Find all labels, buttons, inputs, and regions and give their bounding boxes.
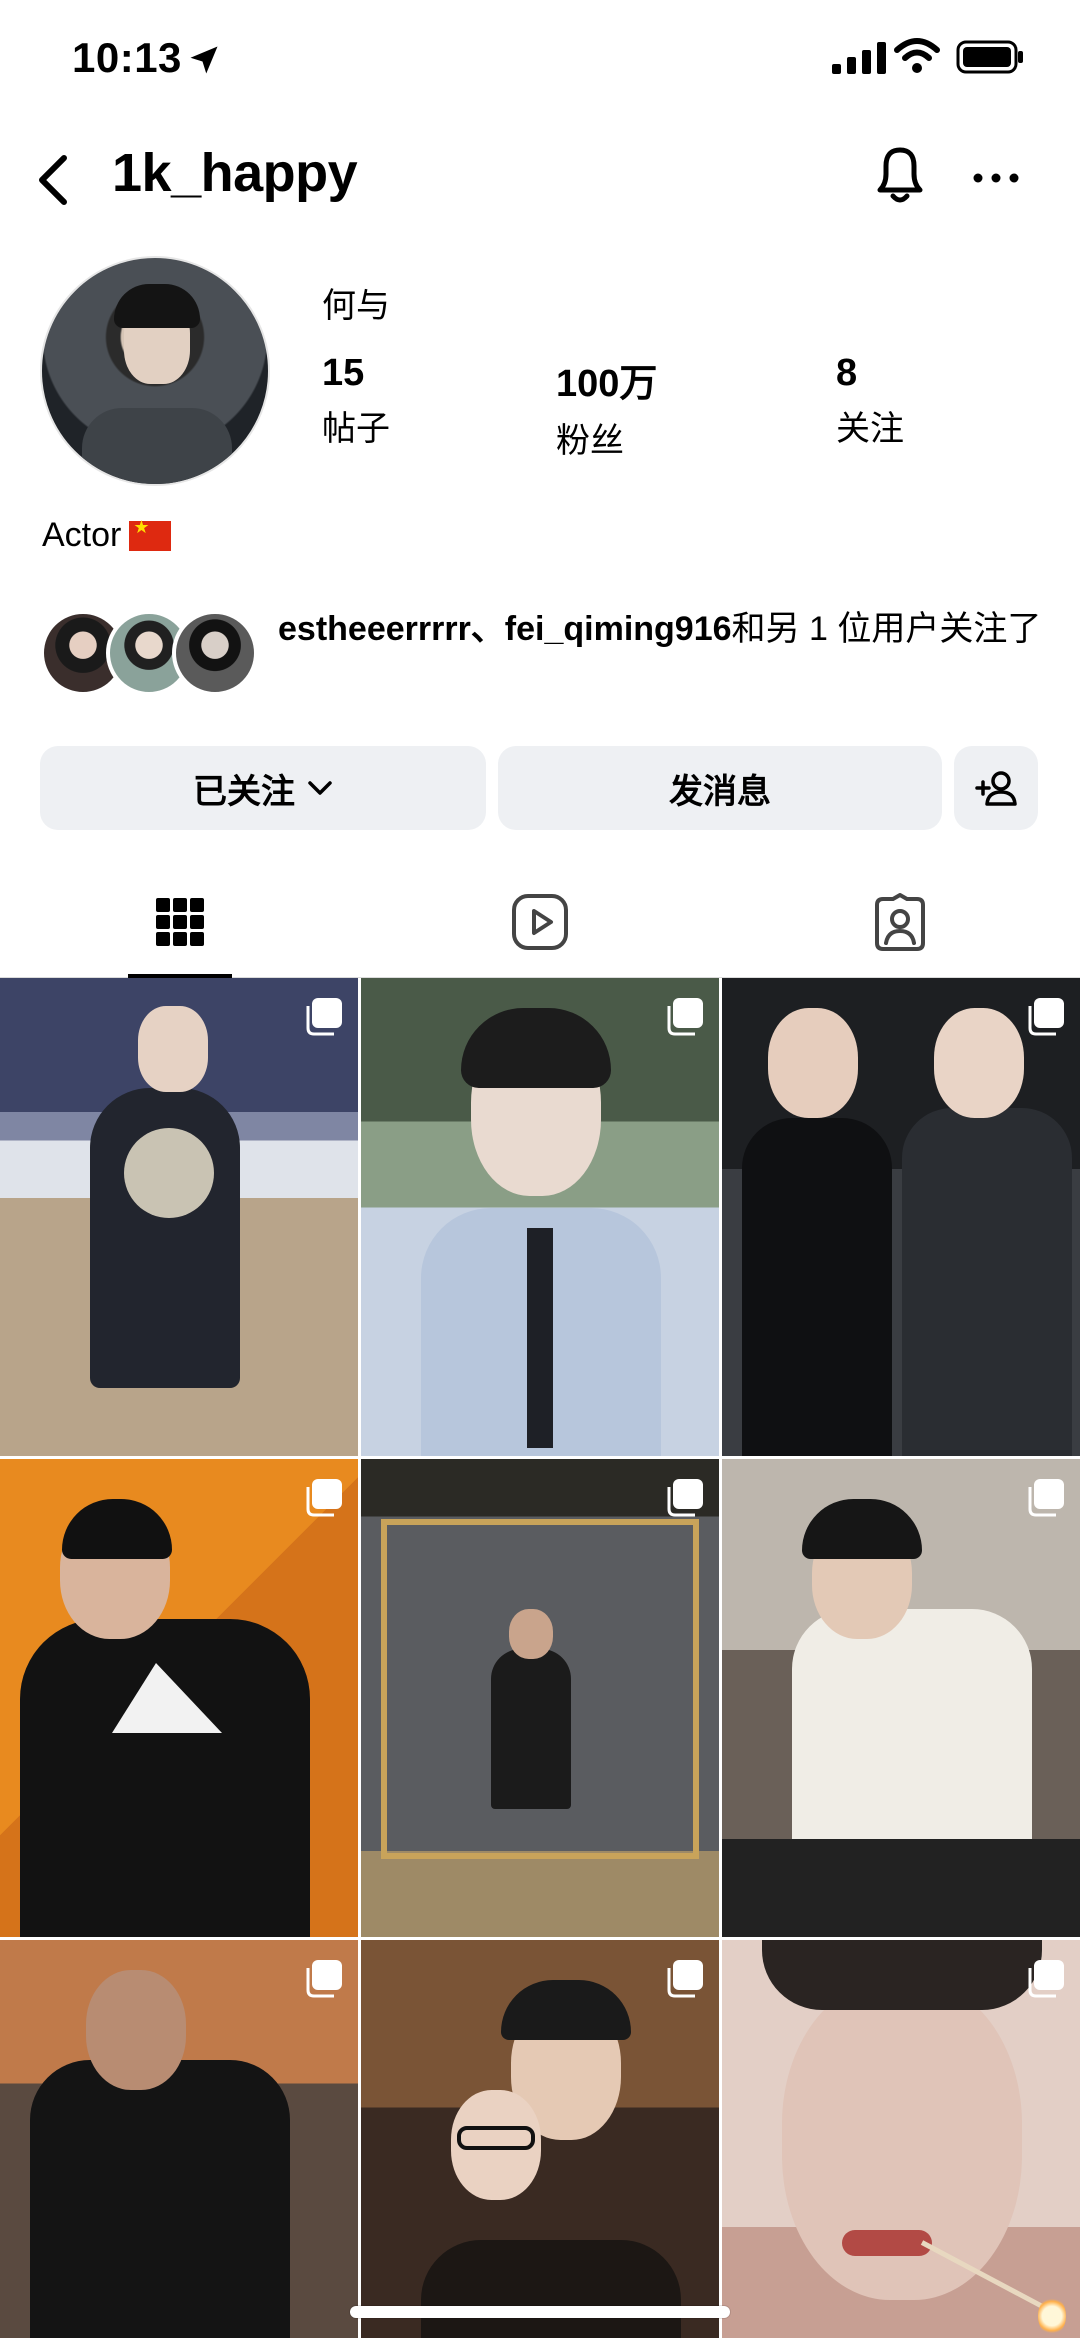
post-figure-head	[934, 1008, 1024, 1118]
post-shirt-print	[124, 1128, 214, 1218]
multiple-photos-icon	[1028, 1960, 1064, 1998]
post-thumbnail[interactable]	[0, 1459, 358, 1937]
post-figure-hair	[802, 1499, 922, 1559]
stat-following-label: 关注	[836, 410, 904, 448]
mutual-suffix: 和另 1 位用户关注了	[731, 610, 1042, 648]
post-thumbnail[interactable]	[722, 1940, 1080, 2338]
posts-grid	[0, 978, 1080, 2338]
stat-followers[interactable]: 100万 粉丝	[556, 352, 657, 462]
reels-play-icon	[512, 894, 568, 950]
multiple-photos-icon	[667, 1960, 703, 1998]
post-figure-head	[768, 1008, 858, 1118]
china-flag-icon	[129, 517, 172, 551]
post-figure-head	[509, 1609, 553, 1659]
stat-following-value: 8	[836, 352, 858, 394]
mutual-avatar	[172, 610, 258, 696]
post-figure	[902, 1108, 1072, 1456]
mutual-names: estheeerrrrr、fei_qiming916	[278, 610, 732, 648]
tab-reels[interactable]	[360, 866, 720, 978]
profile-tabs	[0, 866, 1080, 978]
post-thumbnail[interactable]	[722, 1459, 1080, 1937]
multiple-photos-icon	[306, 1960, 342, 1998]
display-name: 何与	[322, 287, 390, 325]
multiple-photos-icon	[306, 998, 342, 1036]
following-button-label: 已关注	[193, 772, 295, 811]
following-button[interactable]: 已关注	[40, 746, 486, 830]
tab-posts-grid[interactable]	[0, 866, 360, 978]
post-figure	[491, 1649, 571, 1809]
profile-header: 1k_happy	[0, 130, 1080, 240]
post-tie	[527, 1228, 553, 1448]
cellular-signal-icon	[832, 42, 886, 74]
multiple-photos-icon	[306, 1479, 342, 1517]
post-figure	[742, 1118, 892, 1456]
back-arrow-icon[interactable]	[28, 144, 84, 216]
bio: Actor	[42, 516, 172, 555]
chevron-down-icon	[308, 781, 332, 795]
post-figure	[421, 2240, 681, 2338]
multiple-photos-icon	[1028, 998, 1064, 1036]
post-figure-hair	[461, 1008, 611, 1088]
bio-text: Actor	[42, 516, 122, 554]
stat-followers-label: 粉丝	[556, 422, 624, 460]
stat-posts-value: 15	[322, 352, 365, 394]
add-user-icon	[975, 771, 1017, 806]
post-beanie	[62, 1499, 172, 1559]
tab-tagged[interactable]	[720, 866, 1080, 978]
post-figure-hair	[501, 1980, 631, 2040]
post-figure	[30, 2060, 290, 2338]
home-indicator[interactable]	[350, 2306, 730, 2318]
post-figure-head	[138, 1006, 208, 1092]
post-glasses	[457, 2126, 535, 2150]
post-flame	[1038, 2296, 1066, 2336]
grid-icon	[156, 898, 204, 946]
profile-username: 1k_happy	[112, 143, 358, 203]
status-time: 10:13	[72, 34, 182, 81]
more-options-icon[interactable]	[966, 148, 1026, 208]
post-thumbnail[interactable]	[361, 978, 719, 1456]
stat-following[interactable]: 8 关注	[836, 352, 904, 450]
post-thumbnail[interactable]	[361, 1940, 719, 2338]
stat-posts-label: 帖子	[322, 410, 390, 448]
bell-icon[interactable]	[868, 140, 932, 212]
post-jacket	[722, 1839, 1080, 1937]
post-thumbnail[interactable]	[0, 1940, 358, 2338]
tagged-person-icon	[875, 893, 925, 951]
post-figure-hair	[762, 1940, 1042, 2010]
post-figure-head	[86, 1970, 186, 2090]
post-thumbnail[interactable]	[0, 978, 358, 1456]
wifi-icon	[894, 38, 940, 73]
profile-avatar[interactable]	[40, 256, 270, 486]
post-thumbnail[interactable]	[722, 978, 1080, 1456]
multiple-photos-icon	[1028, 1479, 1064, 1517]
location-arrow-icon	[190, 46, 218, 74]
post-thumbnail[interactable]	[361, 1459, 719, 1937]
status-bar: 10:13	[0, 0, 1080, 120]
suggest-users-button[interactable]	[954, 746, 1038, 830]
avatar-shirt	[82, 408, 232, 484]
post-figure	[20, 1619, 310, 1937]
multiple-photos-icon	[667, 1479, 703, 1517]
mutual-followers-avatars[interactable]	[40, 610, 260, 696]
stat-followers-value: 100万	[556, 363, 658, 405]
mutual-followers-text[interactable]: estheeerrrrr、fei_qiming916和另 1 位用户关注了	[278, 606, 1048, 652]
stat-posts[interactable]: 15 帖子	[322, 352, 390, 450]
multiple-photos-icon	[667, 998, 703, 1036]
message-button-label: 发消息	[669, 772, 771, 811]
message-button[interactable]: 发消息	[498, 746, 942, 830]
battery-icon	[956, 40, 1023, 74]
post-lips	[842, 2230, 932, 2256]
avatar-hair	[114, 284, 200, 328]
